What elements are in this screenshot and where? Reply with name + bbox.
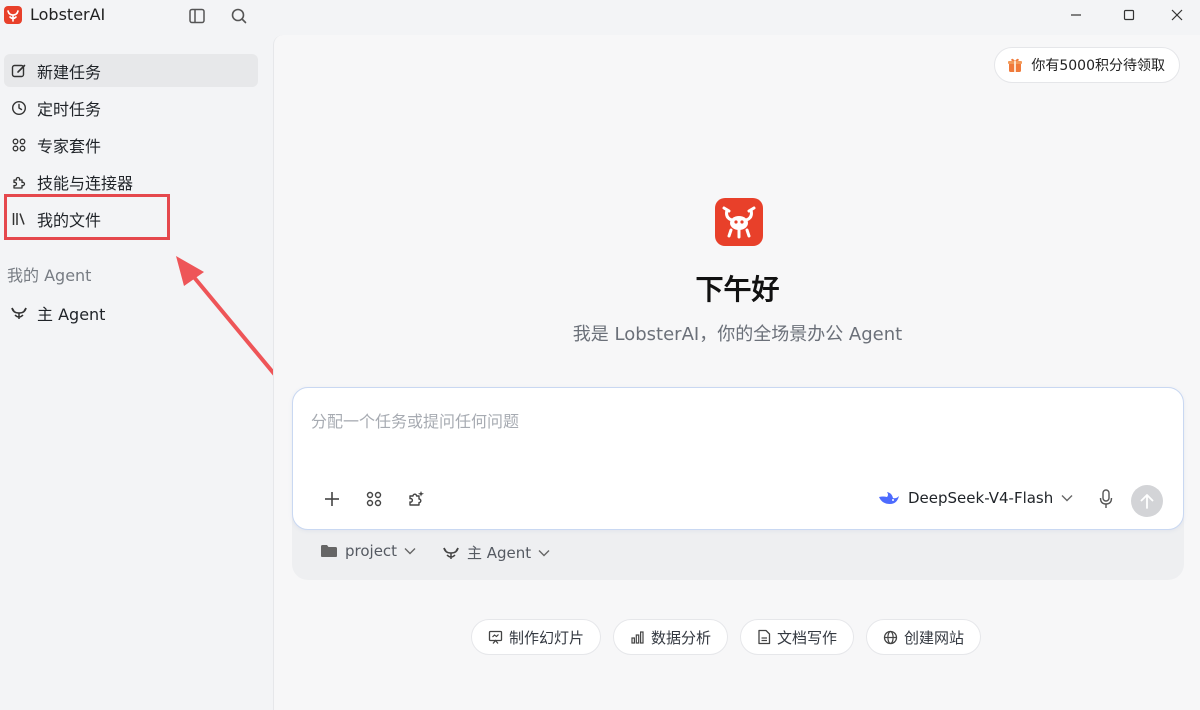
sidebar-item-label: 技能与连接器 [37,173,134,193]
greeting-title: 下午好 [695,273,780,306]
folder-name: project [345,542,398,560]
puzzle-icon [10,173,28,191]
chevron-down-icon [404,547,416,555]
model-selector[interactable]: DeepSeek-V4-Flash [878,489,1073,507]
sidebar-item-expert-kit[interactable]: 专家套件 [4,128,258,161]
grid-icon [10,136,28,154]
clock-icon [10,99,28,117]
books-icon [10,210,28,228]
folder-icon [320,544,338,558]
sidebar-item-label: 专家套件 [37,136,102,156]
quick-action-label: 文档写作 [777,628,838,647]
gift-icon [1007,57,1023,73]
section-label-my-agent: 我的 Agent [7,266,92,285]
sidebar-item-new-task[interactable]: 新建任务 [4,54,258,87]
composer-container: DeepSeek-V4-Flash project [292,387,1184,580]
greeting-subtitle: 我是 LobsterAI，你的全场景办公 Agent [572,324,903,345]
minimize-button[interactable] [1053,0,1099,30]
quick-action-doc-writing[interactable]: 文档写作 [740,619,855,655]
main-panel: 你有5000积分待领取 下午好 我是 LobsterAI，你的全场景办公 Age… [273,35,1200,710]
sidebar-toggle-icon[interactable] [187,6,207,26]
bar-chart-icon [630,630,645,645]
quick-action-label: 制作幻灯片 [509,628,585,647]
sidebar-item-label: 定时任务 [37,99,102,119]
sidebar-item-skills-connectors[interactable]: 技能与连接器 [4,165,258,198]
agent-name: 主 Agent [467,544,532,562]
skills-icon[interactable] [405,488,427,510]
lobster-icon [10,304,28,322]
chevron-down-icon [538,549,550,557]
app-logo-icon [4,6,22,24]
sidebar-item-my-files[interactable]: 我的文件 [4,202,258,235]
lobster-logo-icon [715,198,763,246]
quick-action-data-analysis[interactable]: 数据分析 [613,619,729,655]
quick-action-label: 数据分析 [651,628,712,647]
sidebar-item-scheduled-task[interactable]: 定时任务 [4,91,258,124]
add-attachment-icon[interactable] [321,488,343,510]
chevron-down-icon [1061,494,1073,502]
arrow-up-icon [1140,494,1154,509]
deepseek-whale-icon [878,490,900,506]
points-reward-button[interactable]: 你有5000积分待领取 [994,47,1180,83]
document-icon [757,629,771,645]
app-title: LobsterAI [30,5,106,24]
sidebar-item-label: 新建任务 [37,62,102,82]
agent-selector[interactable]: 主 Agent [442,542,550,563]
maximize-button[interactable] [1106,0,1152,30]
send-button[interactable] [1131,485,1163,517]
microphone-icon[interactable] [1096,488,1116,510]
sidebar-item-label: 我的文件 [37,210,102,230]
model-name: DeepSeek-V4-Flash [908,489,1054,507]
globe-icon [883,630,898,645]
search-icon[interactable] [229,6,249,26]
edit-icon [10,62,28,80]
sidebar-item-label: 主 Agent [37,304,106,324]
quick-action-create-website[interactable]: 创建网站 [866,619,982,655]
quick-action-label: 创建网站 [904,628,965,647]
expert-kit-icon[interactable] [363,488,385,510]
quick-actions: 制作幻灯片 数据分析 文档写作 创建网站 [471,619,982,655]
folder-selector[interactable]: project [320,542,416,560]
sidebar: 新建任务 定时任务 专家套件 技能与连接器 我的文件 我的 Agent 主 Ag… [0,34,307,710]
points-reward-label: 你有5000积分待领取 [1031,58,1165,74]
task-input[interactable] [311,406,1161,436]
presentation-icon [488,630,503,645]
quick-action-slides[interactable]: 制作幻灯片 [471,619,602,655]
title-bar: LobsterAI [0,0,1200,34]
lobster-icon [442,545,460,561]
composer-box: DeepSeek-V4-Flash [292,387,1184,530]
close-button[interactable] [1154,0,1200,30]
